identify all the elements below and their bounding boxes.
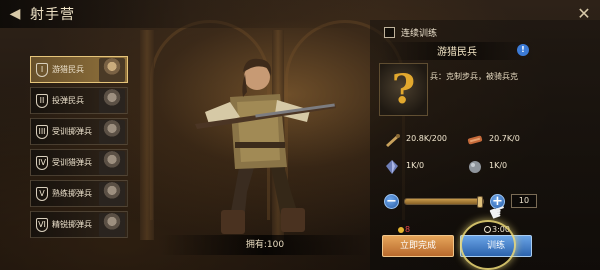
resource-value: 1K/0 [406,161,425,170]
resource-value: 20.8K/200 [406,134,448,143]
meat-icon [467,135,483,145]
shield-icon: II [36,94,48,108]
unit-label: 精锐掷弹兵 [52,220,92,229]
resource-stone: 1K/0 [467,159,557,175]
unit-name: 游猎民兵 [437,47,477,58]
unit-portrait [99,58,125,82]
unit-item-2[interactable]: III 受训掷弹兵 [30,118,128,145]
continuous-training-label: 连续训练 [401,29,438,39]
wood-icon [386,134,400,147]
decrease-button[interactable]: − [384,194,399,209]
instant-complete-button[interactable]: 立即完成 [382,235,454,257]
crystal-icon [386,160,398,174]
unit-item-1[interactable]: II 投弹民兵 [30,87,128,114]
owned-count: 拥有:100 [160,235,370,255]
title-bar: ◀ 射手营 [0,0,380,28]
unit-description: 兵：克制步兵，被骑兵克 [430,72,518,81]
unit-portrait [99,89,125,113]
shield-icon: I [36,63,48,77]
slider-fill [405,199,482,204]
unit-item-0[interactable]: I 游猎民兵 [30,56,128,83]
train-button[interactable]: 训练 [460,235,532,257]
unit-portrait [99,182,125,206]
stone-icon [469,161,481,173]
unit-item-5[interactable]: VI 精锐掷弹兵 [30,211,128,238]
unit-label: 受训猎弹兵 [52,158,92,167]
resource-meat: 20.7K/0 [467,132,557,148]
resource-wood: 20.8K/200 [384,132,474,148]
quantity-slider[interactable] [404,196,484,208]
unit-label: 游猎民兵 [52,65,84,74]
unit-list: I 游猎民兵 II 投弹民兵 III 受训掷弹兵 IV 受训猎弹兵 V 熟练掷弹… [30,56,130,242]
slider-thumb[interactable] [477,196,483,208]
background-pillar [140,30,154,240]
unit-portrait [99,213,125,237]
unit-portrait [99,151,125,175]
unit-preview-mystery: ? [379,63,428,116]
unit-label: 熟练掷弹兵 [52,189,92,198]
unit-label: 投弹民兵 [52,96,84,105]
resource-value: 1K/0 [489,161,508,170]
back-icon[interactable]: ◀ [6,5,24,23]
continuous-training-checkbox[interactable] [384,27,395,38]
resource-value: 20.7K/0 [489,134,520,143]
unit-item-3[interactable]: IV 受训猎弹兵 [30,149,128,176]
time-cost: 3:00 [492,225,510,234]
shield-icon: VI [36,218,48,232]
shield-icon: IV [36,156,48,170]
resource-crystal: 1K/0 [384,159,474,175]
clock-icon [484,226,491,233]
page-title: 射手营 [30,7,75,23]
shield-icon: V [36,187,48,201]
unit-portrait [99,120,125,144]
unit-label: 受训掷弹兵 [52,127,92,136]
gold-icon [398,227,404,233]
info-icon[interactable]: ! [517,44,529,56]
unit-item-4[interactable]: V 熟练掷弹兵 [30,180,128,207]
musketeer-character [195,58,336,234]
gold-cost: 8 [405,225,411,234]
quantity-input[interactable]: 10 [511,194,537,208]
shield-icon: III [36,125,48,139]
